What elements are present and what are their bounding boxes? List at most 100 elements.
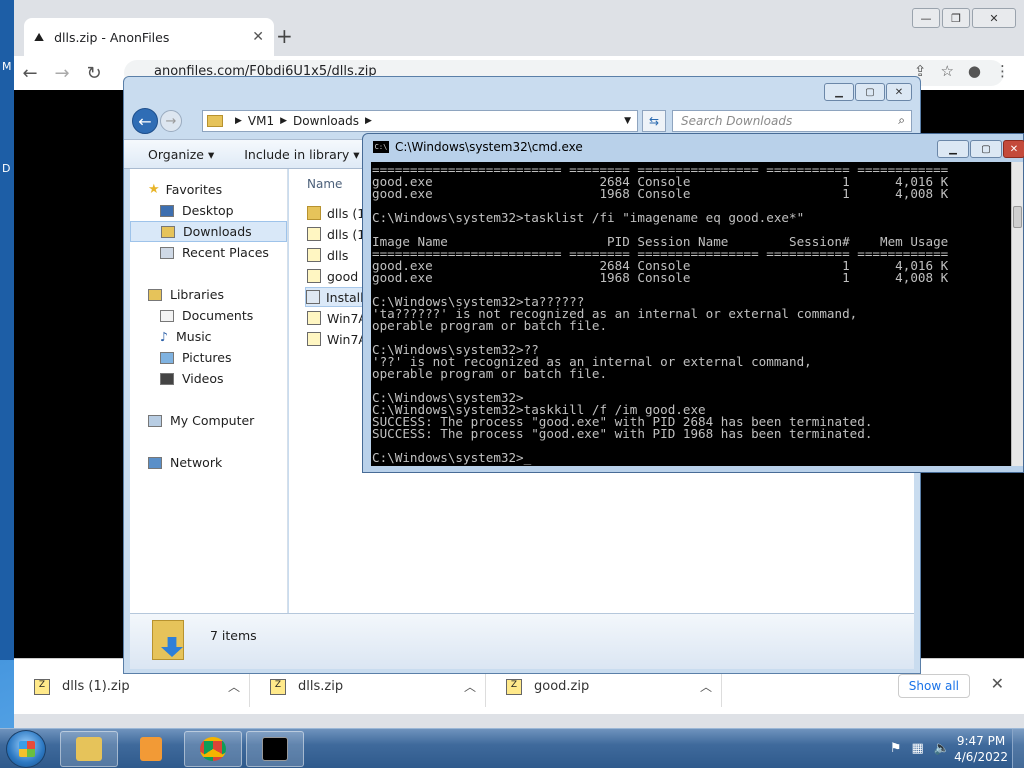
pictures-icon <box>160 351 174 364</box>
back-arrow-icon[interactable]: ← <box>132 108 158 134</box>
taskbar-chrome[interactable] <box>184 731 242 767</box>
computer-icon <box>148 414 162 427</box>
taskbar-media-player[interactable] <box>122 731 180 767</box>
desktop-icon <box>160 204 174 217</box>
restore-button[interactable]: ❐ <box>942 8 970 28</box>
nav-downloads[interactable]: Downloads <box>130 221 287 242</box>
libraries-icon <box>148 288 162 301</box>
chrome-icon <box>200 737 226 761</box>
scrollbar-thumb[interactable] <box>1013 206 1022 228</box>
taskbar-cmd[interactable] <box>246 731 304 767</box>
download-name: good.zip <box>534 679 590 694</box>
maximize-button[interactable]: ▢ <box>970 140 1002 158</box>
windows-logo-icon <box>19 741 35 757</box>
console-scrollbar[interactable] <box>1011 162 1023 466</box>
search-icon[interactable]: ⌕ <box>898 113 905 128</box>
navigation-pane: ★ Favorites Desktop Downloads Recent Pla… <box>130 169 288 613</box>
zip-file-icon <box>307 227 321 241</box>
minimize-button[interactable]: ▁ <box>824 83 854 101</box>
list-item[interactable]: dlls (1) <box>307 203 370 223</box>
list-item[interactable]: Win7A <box>307 308 367 328</box>
close-button[interactable]: ✕ <box>972 8 1016 28</box>
search-placeholder: Search Downloads <box>681 114 793 128</box>
profile-icon[interactable]: ● <box>968 62 981 80</box>
nav-documents[interactable]: Documents <box>130 305 287 326</box>
console-text: ========================= ======== =====… <box>372 162 949 465</box>
refresh-icon[interactable]: ⇆ <box>642 110 666 132</box>
installer-icon <box>306 290 320 304</box>
forward-arrow-icon[interactable]: → <box>46 63 78 84</box>
download-name: dlls.zip <box>298 679 344 694</box>
reload-icon[interactable]: ↻ <box>78 63 110 84</box>
list-item[interactable]: dlls <box>307 245 348 265</box>
breadcrumb-vm1[interactable]: VM1 <box>248 114 274 128</box>
nav-desktop[interactable]: Desktop <box>130 200 287 221</box>
tab-close-icon[interactable]: ✕ <box>252 29 264 45</box>
organize-button[interactable]: Organize ▾ <box>148 147 214 162</box>
explorer-window-controls: ▁ ▢ ✕ <box>824 83 912 101</box>
action-center-icon[interactable]: ⚑ <box>890 741 902 756</box>
back-arrow-icon[interactable]: ← <box>14 63 46 84</box>
folder-icon <box>307 206 321 220</box>
videos-icon <box>160 372 174 385</box>
cmd-window-controls: ▁ ▢ ✕ <box>937 140 1024 158</box>
network-icon[interactable]: ▦ <box>912 741 924 756</box>
cmd-title-bar[interactable]: C:\ C:\Windows\system32\cmd.exe <box>373 140 583 154</box>
documents-icon <box>160 309 174 322</box>
chevron-up-icon[interactable]: ︿ <box>691 678 721 695</box>
chevron-up-icon[interactable]: ︿ <box>219 678 249 695</box>
nav-network[interactable]: Network <box>130 452 287 473</box>
breadcrumb-downloads[interactable]: Downloads <box>293 114 359 128</box>
zip-file-icon: Z <box>34 678 50 695</box>
close-button[interactable]: ✕ <box>886 83 912 101</box>
close-button[interactable]: ✕ <box>1003 140 1024 158</box>
menu-kebab-icon[interactable]: ⋮ <box>995 62 1010 80</box>
close-downloads-icon[interactable]: ✕ <box>991 674 1004 693</box>
recent-places-icon <box>160 246 174 259</box>
nav-music[interactable]: ♪ Music <box>130 326 287 347</box>
bookmark-star-icon[interactable]: ☆ <box>940 62 953 80</box>
address-dropdown-icon[interactable]: ▼ <box>624 116 631 126</box>
show-all-button[interactable]: Show all <box>897 674 970 698</box>
column-header-name[interactable]: Name <box>307 177 342 191</box>
chrome-window-controls: — ❐ ✕ <box>912 8 1016 28</box>
breadcrumb-separator-icon[interactable]: ▶ <box>235 116 242 126</box>
maximize-button[interactable]: ▢ <box>855 83 885 101</box>
address-breadcrumb[interactable]: ▶ VM1 ▶ Downloads ▶ ▼ <box>202 110 638 132</box>
nav-pictures[interactable]: Pictures <box>130 347 287 368</box>
chevron-up-icon[interactable]: ︿ <box>455 678 485 695</box>
nav-libraries[interactable]: Libraries <box>130 284 287 305</box>
nav-recent-places[interactable]: Recent Places <box>130 242 287 263</box>
nav-videos[interactable]: Videos <box>130 368 287 389</box>
tab-bar: ⛰ dlls.zip - AnonFiles ✕ + — ❐ ✕ <box>14 0 1024 56</box>
new-tab-button[interactable]: + <box>276 24 293 48</box>
list-item[interactable]: good <box>307 266 358 286</box>
downloads-folder-icon <box>161 225 175 238</box>
star-icon: ★ <box>148 182 160 197</box>
start-button[interactable] <box>6 730 46 768</box>
breadcrumb-separator-icon[interactable]: ▶ <box>365 116 372 126</box>
browser-tab[interactable]: ⛰ dlls.zip - AnonFiles ✕ <box>24 18 274 56</box>
taskbar-explorer[interactable] <box>60 731 118 767</box>
list-item[interactable]: dlls (1) <box>307 224 370 244</box>
nav-my-computer[interactable]: My Computer <box>130 410 287 431</box>
show-desktop-button[interactable] <box>1012 729 1024 768</box>
volume-icon[interactable]: 🔈 <box>934 741 950 756</box>
breadcrumb-separator-icon[interactable]: ▶ <box>280 116 287 126</box>
include-in-library-button[interactable]: Include in library ▾ <box>244 147 359 162</box>
console-output[interactable]: ========================= ======== =====… <box>371 162 1013 466</box>
minimize-button[interactable]: ▁ <box>937 140 969 158</box>
minimize-button[interactable]: — <box>912 8 940 28</box>
clock[interactable]: 9:47 PM 4/6/2022 <box>954 733 1008 765</box>
media-player-icon <box>140 737 162 761</box>
explorer-icon <box>76 737 102 761</box>
system-tray: ⚑ ▦ 🔈 <box>890 741 950 756</box>
search-input[interactable]: Search Downloads ⌕ <box>672 110 912 132</box>
zip-file-icon: Z <box>270 678 286 695</box>
forward-arrow-icon[interactable]: → <box>160 110 182 132</box>
nav-favorites[interactable]: ★ Favorites <box>130 179 287 200</box>
cmd-window: C:\ C:\Windows\system32\cmd.exe ▁ ▢ ✕ ==… <box>362 133 1024 473</box>
taskbar: ⚑ ▦ 🔈 9:47 PM 4/6/2022 <box>0 728 1024 768</box>
list-item[interactable]: Win7A <box>307 329 367 349</box>
download-name: dlls (1).zip <box>62 679 130 694</box>
